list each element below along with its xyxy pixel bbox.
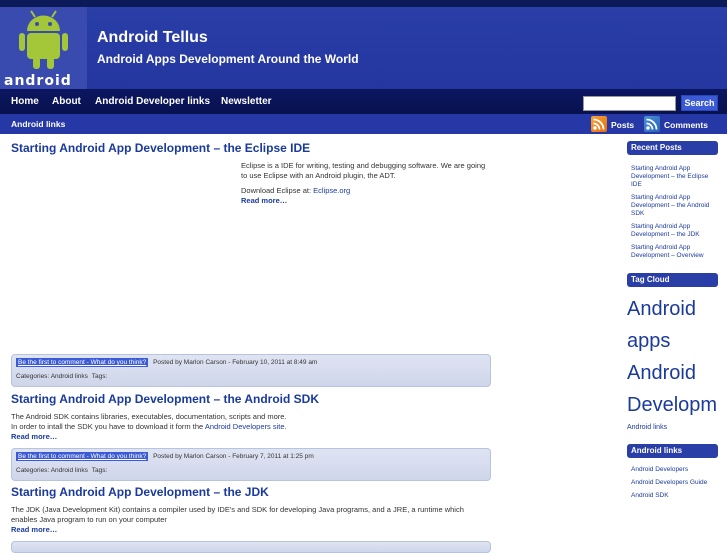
post-body-line: Download Eclipse at: Eclipse.org [241,186,351,195]
secondary-nav: Android links Posts Comments [0,114,727,134]
recent-post-link[interactable]: Starting Android App Development – the J… [631,223,716,239]
android-robot-icon [0,7,87,73]
android-links-item[interactable]: Android SDK [631,492,716,500]
post-excerpt: The JDK (Java Development Kit) contains … [11,505,491,535]
rss-icon [644,116,660,132]
search-input[interactable] [583,96,676,111]
tags-label: Tags: [91,373,108,380]
site-tagline: Android Apps Development Around the Worl… [97,52,359,66]
post-body-text: Eclipse is a IDE for writing, testing an… [241,161,486,180]
recent-post-link[interactable]: Starting Android App Development – Overv… [631,244,716,260]
post-title[interactable]: Starting Android App Development – the A… [11,392,319,406]
android-developers-site-link[interactable]: Android Developers site [205,422,285,431]
site-title[interactable]: Android Tellus [97,29,208,47]
post-meta: Be the first to comment - What do you th… [11,448,491,481]
category-link[interactable]: Android links [51,373,88,380]
rss-icon [591,116,607,132]
post-excerpt: The Android SDK contains libraries, exec… [11,412,491,442]
tag-cloud-heading: Tag Cloud [627,273,718,287]
post-body-line: In order to intall the SDK you have to d… [11,422,287,431]
top-strip [0,0,727,7]
comments-feed-label: Comments [664,120,708,130]
nav-newsletter[interactable]: Newsletter [221,96,272,107]
recent-posts-heading: Recent Posts [627,141,718,155]
comment-badge[interactable]: Be the first to comment - What do you th… [16,452,149,461]
nav-about[interactable]: About [52,96,81,107]
post-title[interactable]: Starting Android App Development – the J… [11,485,269,499]
tag-link[interactable]: apps [627,330,670,353]
post-title[interactable]: Starting Android App Development – the E… [11,141,310,155]
categories-label: Categories: [16,373,50,380]
tag-link[interactable]: Developm [627,394,717,417]
site-header: android Android Tellus Android Apps Deve… [0,7,727,89]
nav-home[interactable]: Home [11,96,39,107]
read-more-link[interactable]: Read more… [11,525,57,534]
categories-label: Categories: [16,467,50,474]
android-links-heading: Android links [627,444,718,458]
tags-label: Tags: [91,467,108,474]
recent-posts-list: Starting Android App Development – the E… [631,165,716,265]
nav-android-developer-links[interactable]: Android Developer links [95,96,210,107]
comment-badge[interactable]: Be the first to comment - What do you th… [16,358,149,367]
post-meta [11,541,491,553]
post-byline: Posted by Marlon Carson - February 10, 2… [153,359,318,366]
tag-link[interactable]: Android [627,362,696,385]
first-comment-link[interactable]: Be the first to comment [18,453,85,460]
tag-link[interactable]: Android [627,298,696,321]
post-byline: Posted by Marlon Carson - February 7, 20… [153,453,314,460]
read-more-link[interactable]: Read more… [241,196,287,205]
recent-post-link[interactable]: Starting Android App Development – the A… [631,194,716,218]
subnav-android-links[interactable]: Android links [11,119,65,129]
category-link[interactable]: Android links [51,467,88,474]
post-body-text: The Android SDK contains libraries, exec… [11,412,287,421]
android-links-item[interactable]: Android Developers Guide [631,479,716,487]
first-comment-link[interactable]: Be the first to comment [18,359,85,366]
recent-post-link[interactable]: Starting Android App Development – the E… [631,165,716,189]
read-more-link[interactable]: Read more… [11,432,57,441]
logo-wordmark: android [4,73,72,89]
android-links-list: Android Developers Android Developers Gu… [631,466,716,505]
post-excerpt: Eclipse is a IDE for writing, testing an… [241,161,491,206]
tag-link-small[interactable]: Android links [627,424,667,431]
eclipse-link[interactable]: Eclipse.org [313,186,350,195]
search-button[interactable]: Search [681,95,718,111]
post-body-text: The JDK (Java Development Kit) contains … [11,505,464,524]
android-logo[interactable]: android [0,7,87,89]
android-links-item[interactable]: Android Developers [631,466,716,474]
posts-feed-label: Posts [611,120,635,130]
post-meta: Be the first to comment - What do you th… [11,354,491,387]
